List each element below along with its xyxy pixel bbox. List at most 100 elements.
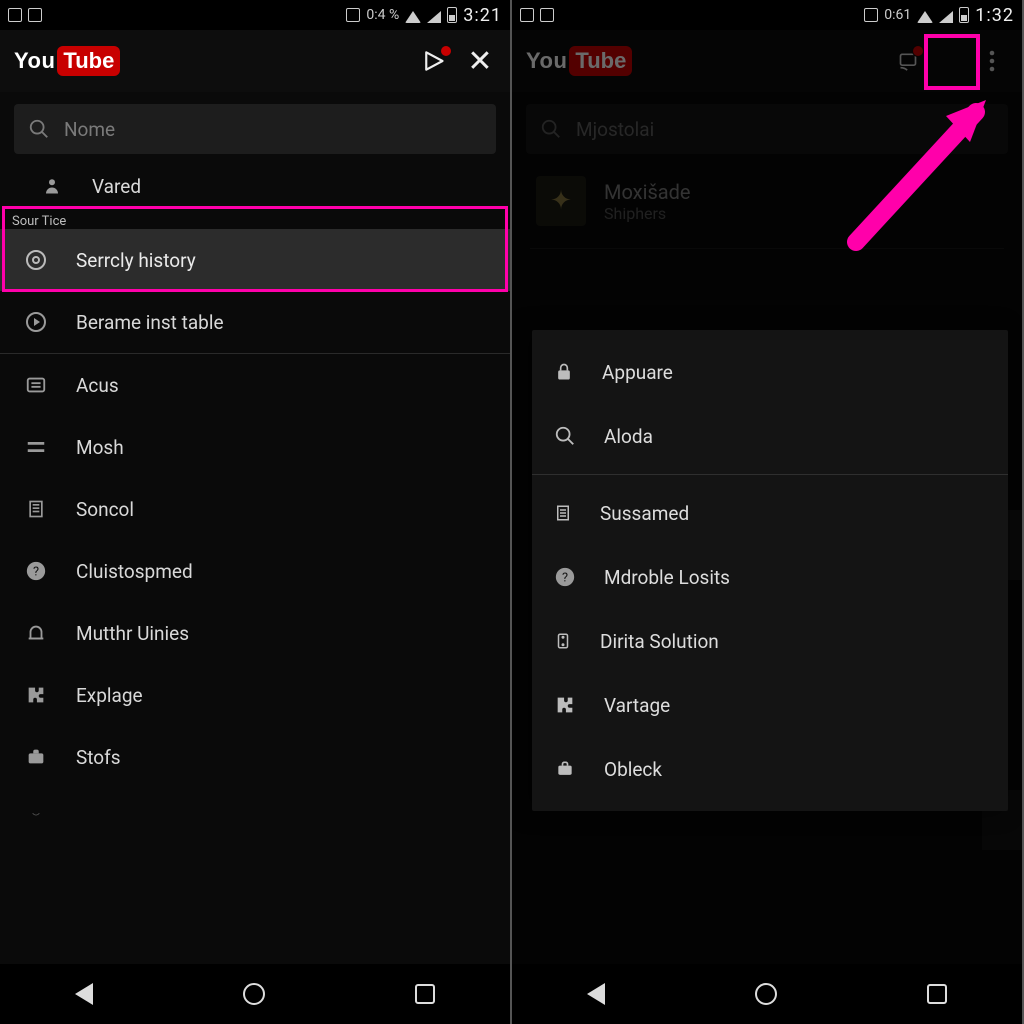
list-item[interactable]: Mosh	[0, 416, 510, 478]
channel-row[interactable]: ✦ Moxišade Shiphers	[512, 160, 1022, 238]
divider	[532, 474, 1008, 475]
status-icon	[864, 8, 878, 22]
status-clock: 1:32	[975, 5, 1014, 26]
avatar: ✦	[536, 176, 586, 226]
popup-item[interactable]: ? Mdroble Losits	[532, 545, 1008, 609]
app-header: You Tube ✕	[0, 30, 510, 92]
logo-you: You	[14, 48, 55, 74]
person-icon	[40, 174, 64, 198]
status-icon	[28, 8, 42, 22]
menu-icon	[24, 435, 48, 459]
wifi-icon	[917, 11, 933, 23]
list-item-label: Mutthr Uinies	[76, 622, 189, 645]
list-item-label: Berame inst table	[76, 311, 224, 334]
list-item-history[interactable]: Serrcly history	[0, 229, 510, 291]
history-icon	[24, 248, 48, 272]
phone-right: 0:61 1:32 You Tube Mjostolai ✦ Moxišade	[512, 0, 1024, 1024]
popup-item-label: Sussamed	[600, 502, 689, 525]
youtube-logo[interactable]: You Tube	[526, 46, 632, 76]
android-navbar	[512, 964, 1022, 1024]
popup-item-label: Aloda	[604, 425, 653, 448]
notification-badge-icon	[912, 45, 924, 57]
signal-icon	[939, 11, 953, 23]
menu-list: Vared Sour Tice Serrcly history Berame i…	[0, 160, 510, 964]
nav-back-button[interactable]	[587, 983, 605, 1005]
search-input[interactable]: Nome	[14, 104, 496, 154]
svg-text:?: ?	[562, 571, 568, 586]
popup-item-label: Mdroble Losits	[604, 566, 730, 589]
list-item-label: Cluistospmed	[76, 560, 193, 583]
popup-item-label: Obleck	[604, 758, 662, 781]
app-header: You Tube	[512, 30, 1022, 92]
briefcase-icon	[24, 745, 48, 769]
play-circle-icon	[24, 310, 48, 334]
list-item[interactable]	[0, 788, 510, 840]
cast-icon[interactable]	[420, 45, 452, 77]
svg-text:?: ?	[33, 565, 39, 580]
overflow-menu-button[interactable]	[976, 45, 1008, 77]
status-icon	[540, 8, 554, 22]
youtube-logo[interactable]: You Tube	[14, 46, 120, 76]
status-bar: 0:61 1:32	[512, 0, 1022, 30]
search-placeholder: Nome	[64, 118, 115, 141]
list-item[interactable]: Vared	[0, 160, 510, 212]
document-icon	[554, 502, 572, 524]
cast-icon[interactable]	[892, 45, 924, 77]
status-icon	[8, 8, 22, 22]
status-icon	[346, 8, 360, 22]
puzzle-icon	[24, 683, 48, 707]
battery-icon	[447, 7, 457, 23]
list-item-label: Vared	[92, 175, 141, 198]
popup-item-label: Appuare	[602, 361, 673, 384]
help-icon: ?	[554, 566, 576, 588]
help-icon: ?	[24, 559, 48, 583]
popup-item-label: Vartage	[604, 694, 670, 717]
status-data: 0:61	[884, 7, 911, 23]
status-bar: 0:4 % 3:21	[0, 0, 510, 30]
popup-item[interactable]: Dirita Solution	[532, 609, 1008, 673]
divider	[530, 248, 1004, 249]
list-item[interactable]: Berame inst table	[0, 291, 510, 353]
nav-home-button[interactable]	[755, 983, 777, 1005]
list-item[interactable]: Mutthr Uinies	[0, 602, 510, 664]
list-item-label: Serrcly history	[76, 249, 196, 272]
popup-item[interactable]: Aloda	[532, 404, 1008, 468]
status-data: 0:4 %	[366, 7, 399, 23]
popup-item[interactable]: Obleck	[532, 737, 1008, 801]
briefcase-icon	[554, 759, 576, 779]
nav-home-button[interactable]	[243, 983, 265, 1005]
status-icon	[520, 8, 534, 22]
list-item[interactable]: Explage	[0, 664, 510, 726]
list-item[interactable]: Soncol	[0, 478, 510, 540]
device-icon	[554, 629, 572, 653]
notification-badge-icon	[440, 45, 452, 57]
channel-title: Moxišade	[604, 180, 691, 204]
share-icon	[554, 694, 576, 716]
close-icon: ✕	[467, 44, 492, 79]
list-item[interactable]: Stofs	[0, 726, 510, 788]
nav-recent-button[interactable]	[415, 984, 435, 1004]
popup-item[interactable]: Sussamed	[532, 481, 1008, 545]
search-placeholder: Mjostolai	[576, 118, 654, 141]
logo-tube: Tube	[569, 46, 632, 76]
list-item[interactable]: ? Cluistospmed	[0, 540, 510, 602]
nav-recent-button[interactable]	[927, 984, 947, 1004]
more-icon	[24, 802, 48, 826]
search-input[interactable]: Mjostolai	[526, 104, 1008, 154]
channel-subtitle: Shiphers	[604, 204, 691, 223]
list-item[interactable]: Acus	[0, 354, 510, 416]
building-icon	[24, 497, 48, 521]
popup-item[interactable]: Vartage	[532, 673, 1008, 737]
section-label: Sour Tice	[0, 212, 510, 229]
battery-icon	[959, 7, 969, 23]
logo-tube: Tube	[57, 46, 120, 76]
nav-back-button[interactable]	[75, 983, 93, 1005]
android-navbar	[0, 964, 510, 1024]
popup-item[interactable]: Appuare	[532, 340, 1008, 404]
wifi-icon	[405, 11, 421, 23]
logo-you: You	[526, 48, 567, 74]
signal-icon	[427, 11, 441, 23]
list-item-label: Stofs	[76, 746, 121, 769]
list-item-label: Acus	[76, 374, 119, 397]
close-button[interactable]: ✕	[464, 45, 496, 77]
